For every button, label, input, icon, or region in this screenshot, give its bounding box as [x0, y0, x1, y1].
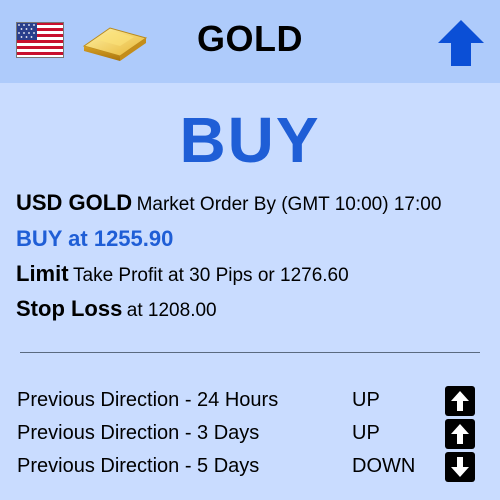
history-label: Previous Direction - 24 Hours	[17, 389, 279, 411]
signal-action: BUY	[179, 104, 321, 176]
order-pair-line: USD GOLD Market Order By (GMT 10:00) 17:…	[16, 190, 441, 216]
history-row-3-days: Previous Direction - 3 Days UP	[17, 419, 487, 449]
history-label: Previous Direction - 3 Days	[17, 422, 260, 444]
history-direction: UP	[352, 422, 380, 444]
stop-loss-line: Stop Loss at 1208.00	[16, 296, 217, 322]
buy-price: BUY at 1255.90	[16, 226, 174, 251]
history-direction: DOWN	[352, 455, 416, 477]
divider	[20, 352, 480, 353]
history-row-5-days: Previous Direction - 5 Days DOWN	[17, 452, 487, 482]
buy-price-line: BUY at 1255.90	[16, 226, 173, 252]
up-arrow-icon	[445, 386, 475, 416]
limit-label: Limit	[16, 261, 69, 286]
history-direction: UP	[352, 389, 380, 411]
up-arrow-icon	[445, 419, 475, 449]
limit-line: Limit Take Profit at 30 Pips or 1276.60	[16, 261, 349, 287]
header-bar: GOLD	[0, 0, 500, 83]
stop-loss-label: Stop Loss	[16, 296, 123, 321]
stop-loss-text: at 1208.00	[126, 300, 217, 321]
page-title: GOLD	[197, 18, 303, 59]
history-row-24-hours: Previous Direction - 24 Hours UP	[17, 386, 487, 416]
limit-text: Take Profit at 30 Pips or 1276.60	[73, 265, 349, 286]
down-arrow-icon	[445, 452, 475, 482]
market-order-text: Market Order By (GMT 10:00) 17:00	[136, 194, 442, 215]
up-arrow-icon	[438, 20, 484, 66]
order-pair: USD GOLD	[16, 190, 133, 215]
history-label: Previous Direction - 5 Days	[17, 455, 260, 477]
